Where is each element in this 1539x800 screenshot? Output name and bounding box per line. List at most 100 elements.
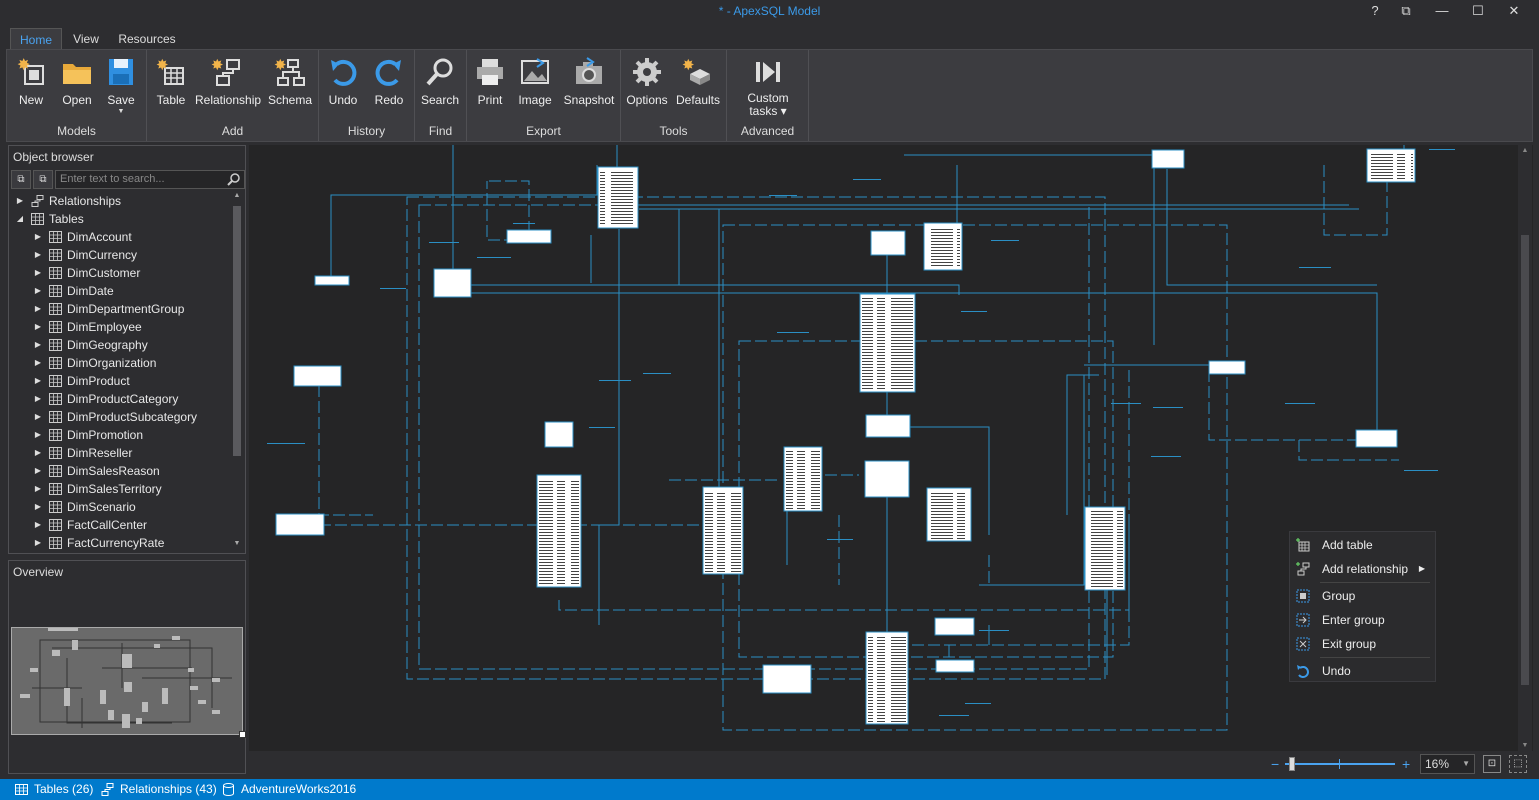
zoom-out-button[interactable]: −: [1271, 753, 1283, 775]
defaults-button[interactable]: ✸ Defaults: [673, 54, 723, 120]
tree-item[interactable]: ▶ DimProductSubcategory: [9, 408, 231, 426]
scroll-thumb[interactable]: [233, 206, 241, 456]
undo-button[interactable]: Undo: [321, 54, 365, 120]
tree-item[interactable]: ▶ DimDepartmentGroup: [9, 300, 231, 318]
menu-item-exit-group[interactable]: Exit group: [1290, 632, 1435, 656]
tree-expander-icon[interactable]: ▶: [33, 246, 43, 264]
redo-icon: [375, 59, 401, 86]
canvas-scroll-thumb[interactable]: [1521, 235, 1529, 685]
new-button[interactable]: ✸ New: [9, 54, 53, 120]
print-button[interactable]: Print: [469, 54, 511, 120]
tab-resources[interactable]: Resources: [112, 28, 182, 50]
maximize-button[interactable]: ☐: [1460, 0, 1496, 24]
menu-item-group[interactable]: Group: [1290, 584, 1435, 608]
image-button[interactable]: Image: [513, 54, 557, 120]
tree-expander-icon[interactable]: ▶: [33, 498, 43, 516]
restore-layout-button[interactable]: ⧉: [1388, 0, 1424, 24]
tree-item[interactable]: ▶ DimOrganization: [9, 354, 231, 372]
collapse-all-button[interactable]: ⧉: [33, 170, 53, 189]
tree-expander-icon[interactable]: ▶: [33, 282, 43, 300]
tree-expander-icon[interactable]: ◢: [15, 210, 25, 228]
tree-item[interactable]: ▶ DimSalesTerritory: [9, 480, 231, 498]
canvas-scroll-down-icon[interactable]: ▼: [1518, 742, 1532, 749]
tree-item[interactable]: ▶ DimReseller: [9, 444, 231, 462]
add-relationship-button[interactable]: ✸ Relationship: [195, 54, 261, 120]
save-button[interactable]: Save ▼: [99, 54, 143, 120]
add-table-icon: [1296, 538, 1310, 552]
tree-item[interactable]: ▶ DimPromotion: [9, 426, 231, 444]
open-button[interactable]: Open: [55, 54, 99, 120]
tree-item[interactable]: ▶ FactCurrencyRate: [9, 534, 231, 552]
tree-expander-icon[interactable]: ▶: [33, 372, 43, 390]
undo-icon: [331, 59, 357, 86]
svg-text:✸: ✸: [274, 56, 287, 74]
search-icon[interactable]: [227, 172, 241, 186]
tree-item[interactable]: ▶ DimScenario: [9, 498, 231, 516]
tree-item[interactable]: ▶ DimCurrency: [9, 246, 231, 264]
tree-item[interactable]: ▶ DimAccount: [9, 228, 231, 246]
menu-item-add-relationship[interactable]: Add relationship ▶: [1290, 557, 1435, 581]
fit-to-screen-button[interactable]: ⊡: [1483, 755, 1501, 773]
fit-selection-button[interactable]: ⬚: [1509, 755, 1527, 773]
tree-item[interactable]: ◢ Tables: [9, 210, 231, 228]
tree-item[interactable]: ▶ DimProduct: [9, 372, 231, 390]
minimize-button[interactable]: —: [1424, 0, 1460, 24]
menu-item-enter-group[interactable]: Enter group: [1290, 608, 1435, 632]
tree-expander-icon[interactable]: ▶: [33, 264, 43, 282]
tree-expander-icon[interactable]: ▶: [33, 336, 43, 354]
tree-item[interactable]: ▶ Relationships: [9, 192, 231, 210]
expand-all-button[interactable]: ⧉: [11, 170, 31, 189]
tree-expander-icon[interactable]: ▶: [33, 354, 43, 372]
tree-expander-icon[interactable]: ▶: [33, 462, 43, 480]
tree-expander-icon[interactable]: ▶: [33, 534, 43, 552]
tree-item[interactable]: ▶ DimGeography: [9, 336, 231, 354]
snapshot-button[interactable]: Snapshot: [561, 54, 617, 120]
menu-item-add-table[interactable]: Add table: [1290, 533, 1435, 557]
zoom-level-select[interactable]: 16% ▼: [1420, 754, 1475, 774]
tab-home[interactable]: Home: [10, 28, 62, 50]
tree-expander-icon[interactable]: ▶: [33, 480, 43, 498]
canvas-vertical-scrollbar[interactable]: ▲ ▼: [1518, 145, 1532, 751]
zoom-slider-track[interactable]: [1285, 763, 1395, 765]
tree-expander-icon[interactable]: ▶: [33, 426, 43, 444]
undo-label: Undo: [328, 93, 358, 107]
tree-expander-icon[interactable]: ▶: [33, 516, 43, 534]
tree-item[interactable]: ▶ DimProductCategory: [9, 390, 231, 408]
overview-resize-handle[interactable]: [239, 731, 246, 738]
tree-expander-icon[interactable]: ▶: [33, 228, 43, 246]
search-input[interactable]: Enter text to search...: [55, 170, 245, 189]
tree-item[interactable]: ▶ FactCallCenter: [9, 516, 231, 534]
diagram-tables[interactable]: [275, 148, 1416, 725]
search-button[interactable]: Search: [417, 54, 463, 120]
tree-expander-icon[interactable]: ▶: [15, 192, 25, 210]
tree-expander-icon[interactable]: ▶: [33, 408, 43, 426]
close-button[interactable]: ✕: [1496, 0, 1532, 24]
zoom-in-button[interactable]: +: [1402, 753, 1414, 775]
add-schema-button[interactable]: ✸ Schema: [265, 54, 315, 120]
tree-expander-icon[interactable]: ▶: [33, 444, 43, 462]
tree-item[interactable]: ▶ DimCustomer: [9, 264, 231, 282]
tab-view[interactable]: View: [66, 28, 106, 50]
object-tree-scrollbar[interactable]: ▲ ▼: [231, 192, 243, 552]
tree-expander-icon[interactable]: ▶: [33, 300, 43, 318]
redo-button[interactable]: Redo: [367, 54, 411, 120]
tree-expander-icon[interactable]: ▶: [33, 318, 43, 336]
enter-group-icon: [1296, 613, 1310, 627]
menu-item-undo[interactable]: Undo: [1290, 659, 1435, 683]
tree-item[interactable]: ▶ DimEmployee: [9, 318, 231, 336]
status-tables[interactable]: Tables (26): [15, 779, 95, 800]
custom-tasks-button[interactable]: Custom tasks ▾: [733, 54, 803, 120]
add-table-button[interactable]: ✸ Table: [149, 54, 193, 120]
overview-viewport[interactable]: [11, 627, 246, 738]
tree-item[interactable]: ▶ DimSalesReason: [9, 462, 231, 480]
options-button[interactable]: Options: [623, 54, 671, 120]
zoom-slider-thumb[interactable]: [1289, 757, 1295, 771]
tree-item[interactable]: ▶ DimDate: [9, 282, 231, 300]
canvas-scroll-up-icon[interactable]: ▲: [1518, 147, 1532, 154]
save-dropdown-icon[interactable]: ▼: [99, 108, 143, 115]
status-database[interactable]: AdventureWorks2016: [222, 779, 356, 800]
scroll-down-icon[interactable]: ▼: [231, 540, 243, 552]
scroll-up-icon[interactable]: ▲: [231, 192, 243, 204]
tree-expander-icon[interactable]: ▶: [33, 390, 43, 408]
status-relationships[interactable]: Relationships (43): [101, 779, 217, 800]
